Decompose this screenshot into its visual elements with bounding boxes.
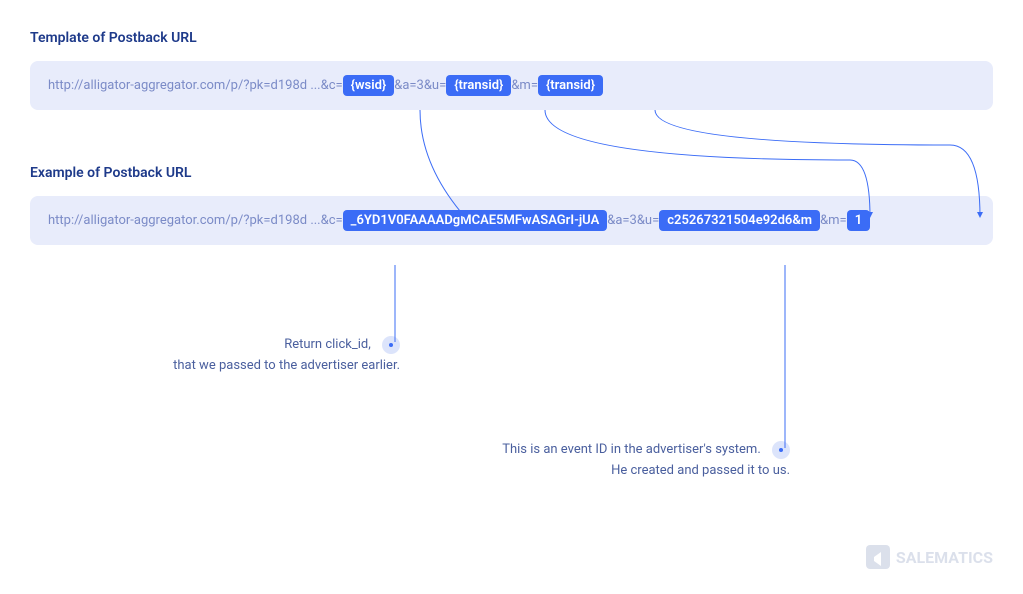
example-wsid-tag: _6YD1V0FAAAADgMCAE5MFwASAGrI-jUA — [343, 210, 608, 231]
example-base: http://alligator-aggregator.com/p/?pk=d1… — [48, 213, 321, 228]
example-transid-tag: c25267321504e92d6&m — [659, 210, 820, 231]
template-m-label: &m= — [511, 78, 538, 93]
example-m-label: &m= — [820, 213, 847, 228]
example-au-label: &a=3&u= — [607, 213, 659, 228]
template-wsid-tag: {wsid} — [343, 75, 395, 96]
example-c-label: &c= — [321, 213, 343, 228]
dot-icon — [382, 336, 400, 354]
template-heading: Template of Postback URL — [30, 30, 993, 46]
annotation-event: This is an event ID in the advertiser's … — [470, 440, 790, 482]
dot-icon — [772, 441, 790, 459]
template-au-label: &a=3&u= — [394, 78, 446, 93]
template-transid1-tag: {transid} — [446, 75, 511, 96]
brand-logo: SALEMATICS — [866, 545, 993, 569]
template-transid2-tag: {transid} — [538, 75, 603, 96]
example-url-box: http://alligator-aggregator.com/p/?pk=d1… — [30, 196, 993, 245]
brand-text: SALEMATICS — [896, 548, 993, 567]
template-base: http://alligator-aggregator.com/p/?pk=d1… — [48, 78, 321, 93]
logo-icon — [866, 545, 890, 569]
example-mval-tag: 1 — [847, 210, 870, 231]
example-heading: Example of Postback URL — [30, 165, 993, 181]
annotation-click-line2: that we passed to the advertiser earlier… — [80, 356, 400, 377]
annotation-click-line1: Return click_id, — [284, 337, 371, 352]
annotation-event-line2: He created and passed it to us. — [470, 461, 790, 482]
template-url-box: http://alligator-aggregator.com/p/?pk=d1… — [30, 61, 993, 110]
annotation-event-line1: This is an event ID in the advertiser's … — [502, 442, 761, 457]
annotation-click: Return click_id, that we passed to the a… — [80, 335, 400, 377]
template-c-label: &c= — [321, 78, 343, 93]
